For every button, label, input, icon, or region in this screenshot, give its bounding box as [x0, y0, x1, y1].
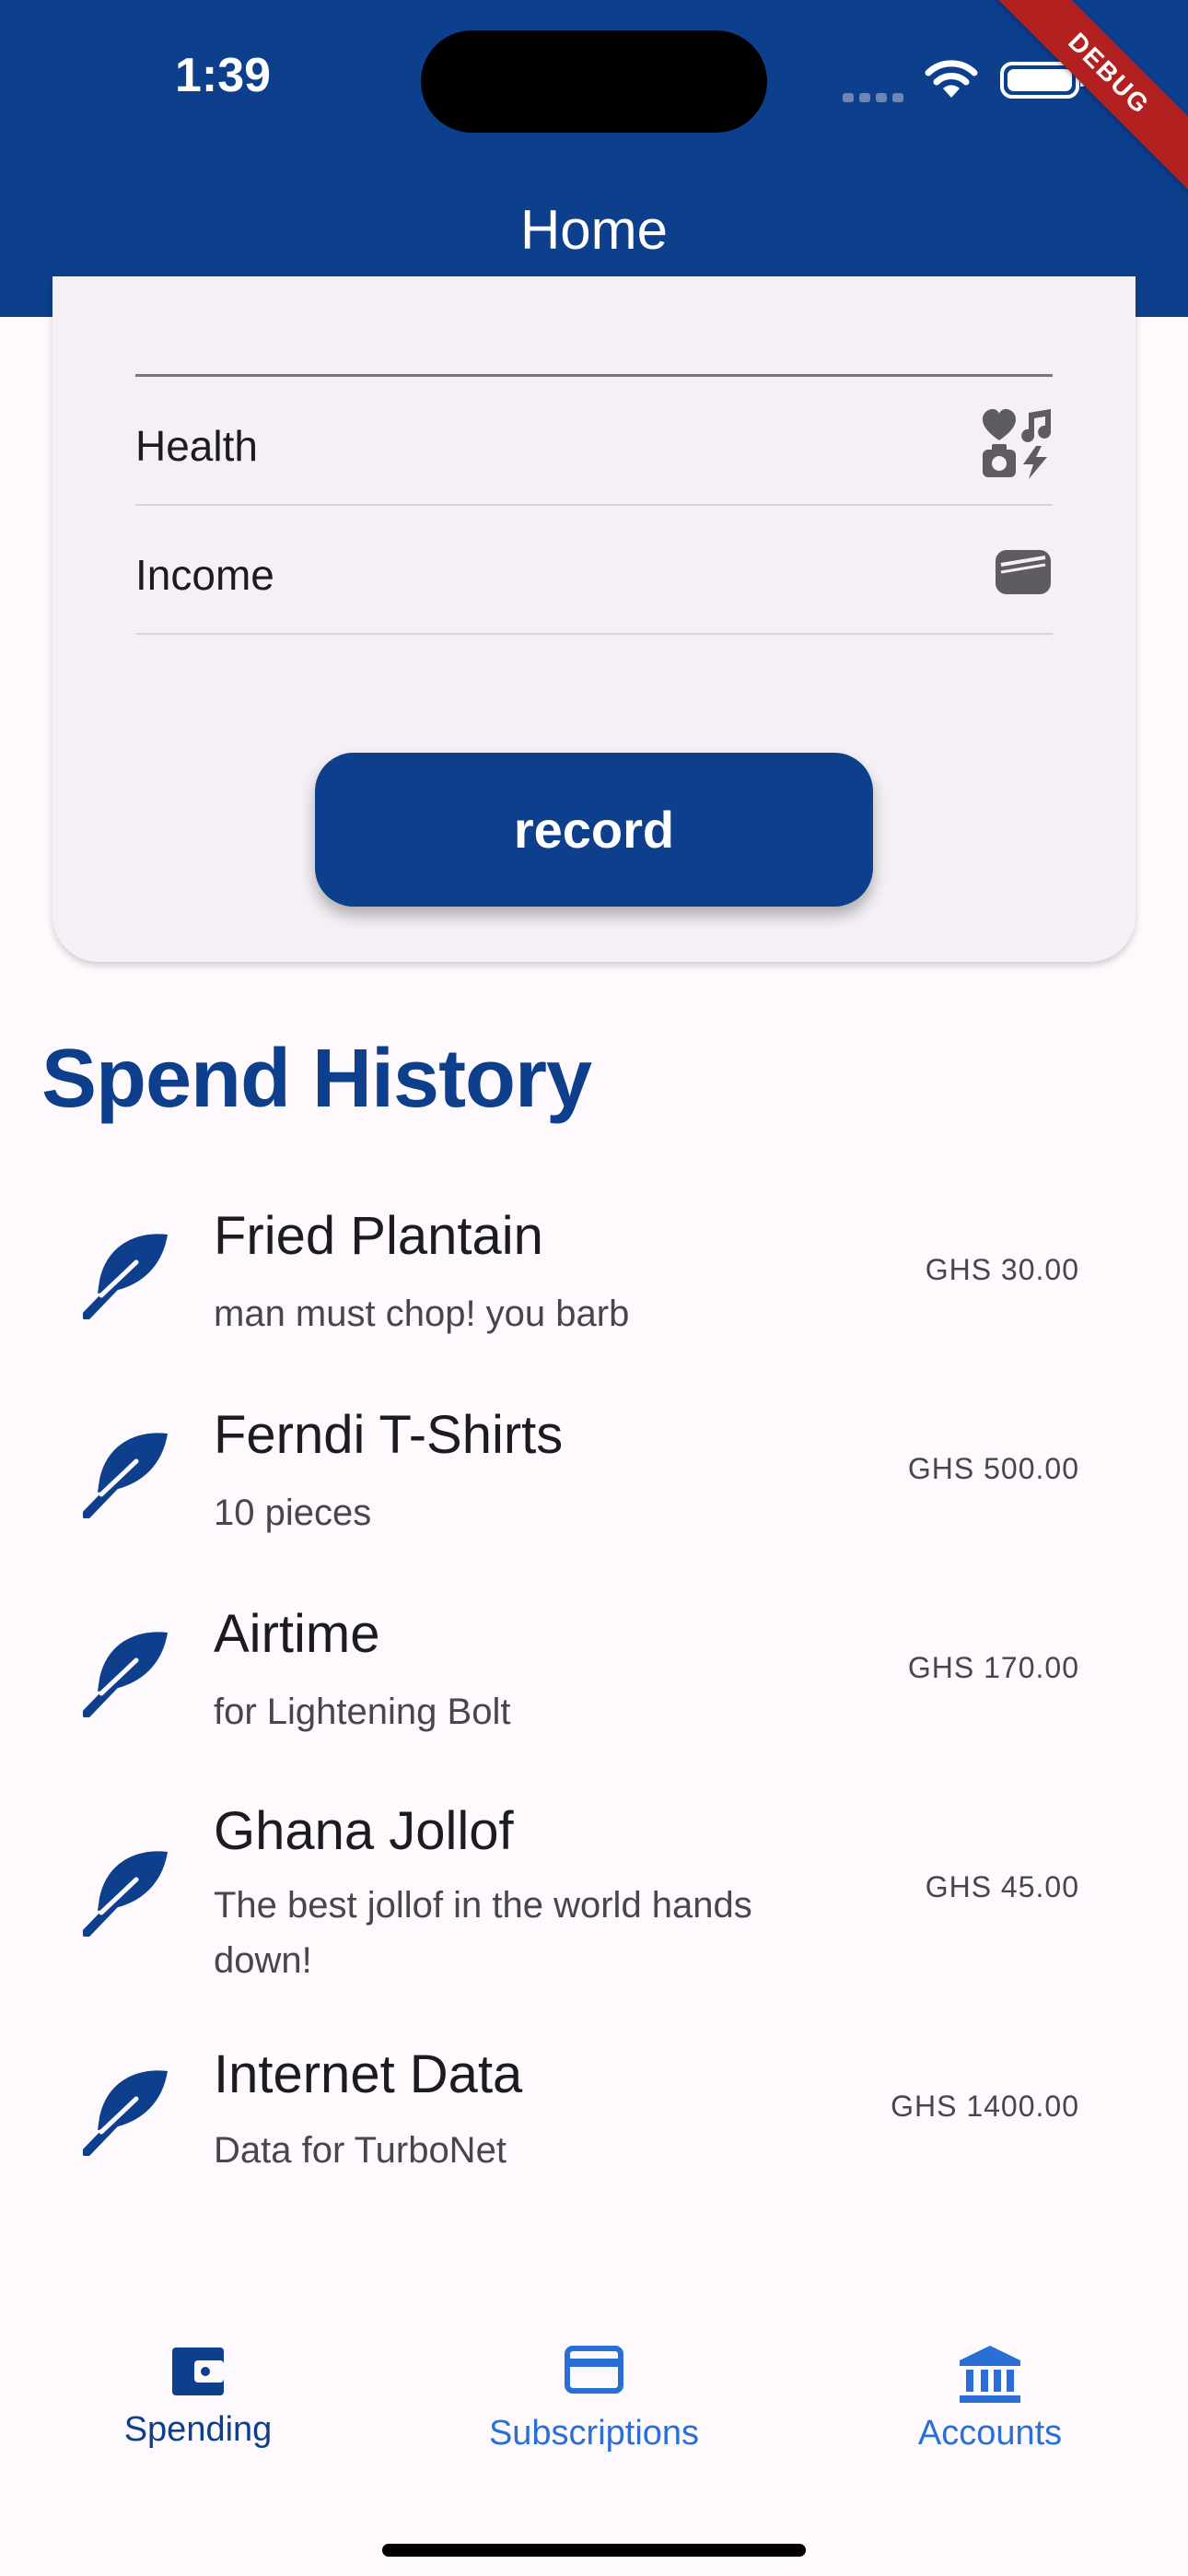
feather-icon [83, 1851, 168, 1937]
nav-item-spending[interactable]: Spending [0, 2322, 396, 2488]
status-time: 1:39 [175, 49, 272, 102]
dynamic-island [421, 30, 767, 133]
item-amount: GHS 1400.00 [891, 2090, 1079, 2123]
feather-icon [83, 1234, 168, 1319]
item-subtitle: for Lightening Bolt [214, 1692, 511, 1732]
item-amount: GHS 500.00 [907, 1452, 1079, 1485]
item-title: Internet Data [214, 2044, 523, 2104]
nav-label: Subscriptions [488, 2414, 700, 2453]
nav-label: Accounts [917, 2414, 1063, 2453]
nav-label: Spending [123, 2410, 273, 2449]
item-amount: GHS 170.00 [907, 1651, 1079, 1684]
item-amount: GHS 30.00 [925, 1253, 1079, 1286]
cellular-signal-icon [843, 88, 909, 106]
bottom-navigation: Spending Subscriptions Accounts [0, 2322, 1188, 2576]
wallet-icon [172, 2348, 224, 2395]
menu-item-income[interactable]: Income [135, 506, 1053, 635]
item-subtitle: 10 pieces [214, 1493, 372, 1533]
bank-icon [960, 2346, 1020, 2403]
item-subtitle: The best jollof in the world hands down! [214, 1885, 752, 1981]
item-amount: GHS 45.00 [925, 1870, 1079, 1903]
spend-history-title: Spend History [41, 1033, 592, 1125]
item-title: Fried Plantain [214, 1206, 543, 1266]
item-title: Ferndi T-Shirts [214, 1405, 564, 1465]
home-indicator[interactable] [382, 2544, 806, 2557]
wallet-icon [996, 550, 1051, 594]
item-subtitle: man must chop! you barb [214, 1294, 630, 1334]
nav-item-accounts[interactable]: Accounts [792, 2322, 1188, 2488]
feather-icon [83, 1632, 168, 1717]
menu-item-label: Health [135, 422, 258, 470]
item-title: Ghana Jollof [214, 1801, 514, 1861]
wifi-icon [925, 60, 978, 98]
record-button[interactable]: record [315, 753, 873, 907]
feather-icon [83, 1433, 168, 1518]
debug-banner: DEBUG [979, 0, 1188, 204]
record-form-card: Health Income record [52, 276, 1136, 962]
page-title: Home [519, 199, 669, 261]
item-subtitle: Data for TurboNet [214, 2130, 507, 2171]
feather-icon [83, 2070, 168, 2156]
nav-item-subscriptions[interactable]: Subscriptions [396, 2322, 792, 2488]
menu-item-health[interactable]: Health [135, 377, 1053, 506]
emoji-symbols-icon [983, 409, 1052, 479]
credit-card-icon [565, 2346, 623, 2394]
menu-item-label: Income [135, 551, 274, 599]
item-title: Airtime [214, 1604, 380, 1664]
app-bar: 1:39 DEBUG Home [0, 0, 1188, 317]
